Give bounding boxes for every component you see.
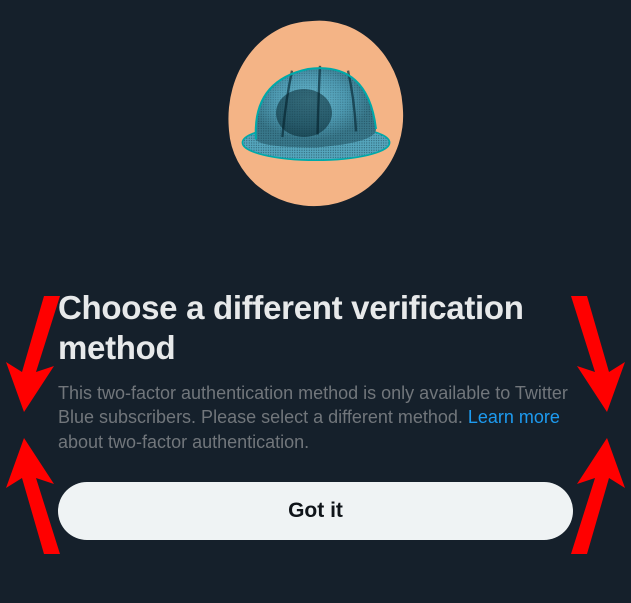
dialog-container: Choose a different verification method T…	[0, 0, 631, 603]
dialog-title: Choose a different verification method	[58, 288, 573, 367]
body-text-suffix: about two-factor authentication.	[58, 432, 309, 452]
hero-illustration	[216, 8, 416, 218]
dialog-content: Choose a different verification method T…	[0, 288, 631, 540]
learn-more-link[interactable]: Learn more	[468, 407, 560, 427]
got-it-button[interactable]: Got it	[58, 482, 573, 540]
dialog-body: This two-factor authentication method is…	[58, 381, 573, 454]
hardhat-icon	[236, 53, 396, 173]
